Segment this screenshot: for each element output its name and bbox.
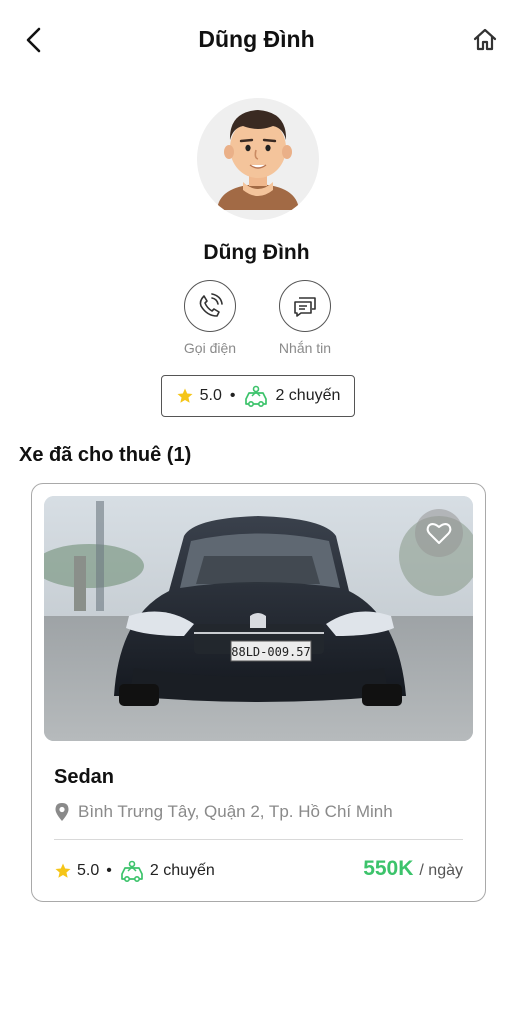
car-photo: 88LD-009.57 [44, 496, 473, 741]
message-label: Nhắn tin [278, 340, 332, 356]
car-stats: 5.0 • 2 chuyến [54, 860, 215, 882]
plate-text: 88LD-009.57 [231, 645, 310, 659]
avatar [197, 98, 319, 220]
chat-icon [294, 297, 316, 317]
app-header: Dũng Đình [0, 0, 513, 80]
separator-dot: • [229, 387, 236, 404]
star-icon [55, 863, 71, 878]
location-pin-icon [55, 803, 69, 821]
message-button[interactable]: Nhắn tin [265, 280, 345, 356]
home-icon [473, 28, 497, 51]
car-location: Bình Trưng Tây, Quận 2, Tp. Hồ Chí Minh [54, 802, 393, 822]
avatar-man-icon [197, 98, 319, 220]
car-card[interactable]: 88LD-009.57 Sedan Bình Trưng Tây, Quận 2… [31, 483, 486, 902]
trip-car-icon [245, 385, 268, 407]
heart-outline-icon [426, 523, 452, 544]
trip-car-icon [121, 860, 143, 882]
section-title: Xe đã cho thuê (1) [19, 444, 192, 466]
owner-stats: 5.0 • 2 chuyến [161, 375, 355, 417]
owner-trips: 2 chuyến [275, 387, 341, 404]
card-divider [54, 839, 463, 840]
owner-rating: 5.0 [199, 387, 222, 404]
separator-dot: • [106, 862, 112, 879]
car-rating: 5.0 [77, 862, 100, 879]
phone-icon [199, 293, 223, 317]
car-image: 88LD-009.57 [44, 496, 473, 741]
car-name: Sedan [54, 766, 115, 788]
call-button-circle[interactable] [184, 280, 236, 332]
message-button-circle[interactable] [279, 280, 331, 332]
price-unit: / ngày [419, 862, 463, 879]
call-label: Gọi điện [183, 340, 237, 356]
price-value: 550K [363, 857, 414, 880]
call-button[interactable]: Gọi điện [170, 280, 250, 356]
favorite-button[interactable] [415, 509, 463, 557]
home-button[interactable] [469, 24, 501, 56]
page-title: Dũng Đình [198, 26, 315, 52]
car-trips: 2 chuyến [149, 862, 215, 879]
car-location-text: Bình Trưng Tây, Quận 2, Tp. Hồ Chí Minh [78, 802, 393, 821]
star-icon [177, 388, 193, 403]
car-price: 550K / ngày [363, 857, 463, 881]
profile-name: Dũng Đình [203, 241, 310, 264]
